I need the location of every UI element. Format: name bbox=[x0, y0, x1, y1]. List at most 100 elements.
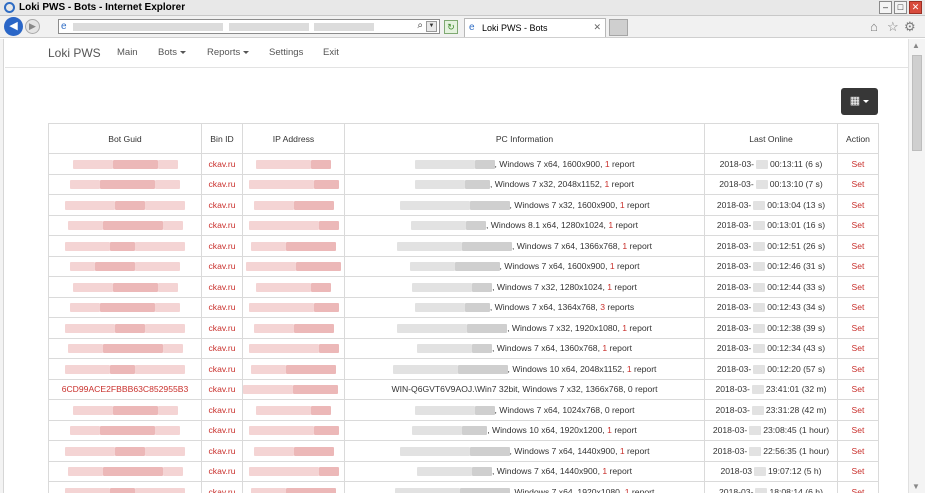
new-tab-button[interactable] bbox=[609, 19, 628, 36]
set-action-link[interactable]: Set bbox=[837, 214, 879, 236]
refresh-icon[interactable]: ↻ bbox=[444, 20, 458, 34]
menu-item-settings[interactable]: Settings bbox=[269, 47, 303, 58]
menu-item-main[interactable]: Main bbox=[117, 47, 138, 58]
bot-guid-cell[interactable] bbox=[48, 358, 202, 380]
scroll-up-icon[interactable]: ▲ bbox=[912, 41, 920, 50]
set-action-link[interactable]: Set bbox=[837, 255, 879, 277]
star-icon[interactable]: ☆ bbox=[887, 19, 899, 35]
report-count[interactable]: 1 bbox=[602, 343, 607, 353]
col-pc-information[interactable]: PC Information bbox=[344, 123, 705, 154]
report-count[interactable]: 1 bbox=[607, 282, 612, 292]
report-count[interactable]: 1 bbox=[610, 261, 615, 271]
table-row[interactable]: ckav.ru , Windows 7 x32, 1920x1080, 1 rep… bbox=[48, 317, 879, 339]
set-action-link[interactable]: Set bbox=[837, 296, 879, 318]
vertical-scrollbar[interactable]: ▲ ▼ bbox=[908, 39, 925, 493]
set-action-link[interactable]: Set bbox=[837, 194, 879, 216]
close-window-button[interactable]: ✕ bbox=[909, 1, 922, 14]
bot-guid-cell[interactable] bbox=[48, 419, 202, 441]
bot-guid-cell[interactable] bbox=[48, 276, 202, 298]
back-arrow-icon[interactable]: ◀ bbox=[4, 17, 23, 36]
bot-guid-cell[interactable]: 6CD99ACE2FBBB63C852955B3 bbox=[48, 378, 202, 400]
col-bin-id[interactable]: Bin ID bbox=[201, 123, 243, 154]
set-action-link[interactable]: Set bbox=[837, 378, 879, 400]
set-action-link[interactable]: Set bbox=[837, 337, 879, 359]
address-dropdown-button[interactable]: ▼ bbox=[426, 21, 437, 32]
table-row[interactable]: 6CD99ACE2FBBB63C852955B3 ckav.ru(US) WIN-Q… bbox=[48, 378, 879, 400]
bot-guid-cell[interactable] bbox=[48, 296, 202, 318]
bot-guid-cell[interactable] bbox=[48, 337, 202, 359]
scroll-thumb[interactable] bbox=[912, 55, 922, 151]
bot-guid-cell[interactable] bbox=[48, 317, 202, 339]
forward-arrow-icon[interactable]: ▶ bbox=[25, 19, 40, 34]
table-row[interactable]: ckav.ru , Windows 7 x32, 2048x1152, 1 rep… bbox=[48, 173, 879, 195]
col-bot-guid[interactable]: Bot Guid bbox=[48, 123, 202, 154]
report-count[interactable]: 1 bbox=[622, 241, 627, 251]
bot-guid-cell[interactable] bbox=[48, 460, 202, 482]
browser-tab[interactable]: e Loki PWS - Bots ✕ bbox=[464, 18, 606, 37]
table-row[interactable]: ckav.ru , Windows 7 x64, 1024x768, 0 repo… bbox=[48, 399, 879, 421]
menu-item-reports[interactable]: Reports bbox=[207, 47, 250, 58]
col-action[interactable]: Action bbox=[837, 123, 879, 154]
set-action-link[interactable]: Set bbox=[837, 153, 879, 175]
gear-icon[interactable]: ⚙ bbox=[904, 19, 916, 35]
table-row[interactable]: ckav.ru , Windows 7 x64, 1360x768, 1 repo… bbox=[48, 337, 879, 359]
scroll-down-icon[interactable]: ▼ bbox=[912, 482, 920, 491]
report-count[interactable]: 0 bbox=[605, 405, 610, 415]
search-icon[interactable]: ⌕ bbox=[417, 20, 423, 31]
report-count[interactable]: 1 bbox=[620, 200, 625, 210]
bot-guid-cell[interactable] bbox=[48, 440, 202, 462]
app-brand[interactable]: Loki PWS bbox=[48, 46, 101, 60]
col-ip-address[interactable]: IP Address bbox=[242, 123, 345, 154]
minimize-button[interactable]: – bbox=[879, 1, 892, 14]
set-action-link[interactable]: Set bbox=[837, 440, 879, 462]
set-action-link[interactable]: Set bbox=[837, 419, 879, 441]
table-row[interactable]: ckav.ru , Windows 7 x64, 1364x768, 3 repo… bbox=[48, 296, 879, 318]
report-count[interactable]: 1 bbox=[622, 323, 627, 333]
tab-close-icon[interactable]: ✕ bbox=[593, 22, 601, 33]
report-count[interactable]: 1 bbox=[602, 466, 607, 476]
table-row[interactable]: ckav.ru , Windows 10 x64, 2048x1152, 1 re… bbox=[48, 358, 879, 380]
report-count[interactable]: 1 bbox=[604, 179, 609, 189]
bot-guid-cell[interactable] bbox=[48, 481, 202, 493]
bot-guid-cell[interactable] bbox=[48, 214, 202, 236]
table-row[interactable]: ckav.ru , Windows 10 x64, 1920x1200, 1 re… bbox=[48, 419, 879, 441]
bot-guid-cell[interactable] bbox=[48, 173, 202, 195]
set-action-link[interactable]: Set bbox=[837, 276, 879, 298]
bot-guid-cell[interactable] bbox=[48, 194, 202, 216]
report-count[interactable]: 1 bbox=[625, 487, 630, 493]
report-count[interactable]: 1 bbox=[605, 159, 610, 169]
table-row[interactable]: ckav.ru , Windows 7 x64, 1440x900, 1 repo… bbox=[48, 440, 879, 462]
set-action-link[interactable]: Set bbox=[837, 358, 879, 380]
bot-guid-cell[interactable] bbox=[48, 399, 202, 421]
set-action-link[interactable]: Set bbox=[837, 317, 879, 339]
table-row[interactable]: ckav.ru , Windows 7 x32, 1600x900, 1 repo… bbox=[48, 194, 879, 216]
bot-guid-cell[interactable] bbox=[48, 255, 202, 277]
bot-guid[interactable]: 6CD99ACE2FBBB63C852955B3 bbox=[62, 384, 189, 394]
table-row[interactable]: ckav.ru , Windows 7 x64, 1440x900, 1 repo… bbox=[48, 460, 879, 482]
bot-guid-cell[interactable] bbox=[48, 235, 202, 257]
set-action-link[interactable]: Set bbox=[837, 235, 879, 257]
report-count[interactable]: 1 bbox=[627, 364, 632, 374]
set-action-link[interactable]: Set bbox=[837, 399, 879, 421]
menu-item-exit[interactable]: Exit bbox=[323, 47, 339, 58]
report-count[interactable]: 1 bbox=[620, 446, 625, 456]
report-count[interactable]: 0 bbox=[628, 384, 633, 394]
col-last-online[interactable]: Last Online bbox=[704, 123, 838, 154]
maximize-button[interactable]: □ bbox=[894, 1, 907, 14]
table-row[interactable]: ckav.ru , Windows 8.1 x64, 1280x1024, 1 r… bbox=[48, 214, 879, 236]
bot-guid-cell[interactable] bbox=[48, 153, 202, 175]
address-bar[interactable]: e ⌕ ▼ bbox=[58, 19, 440, 34]
table-row[interactable]: ckav.ru , Windows 7 x64, 1600x900, 1 repo… bbox=[48, 255, 879, 277]
table-row[interactable]: ckav.ru , Windows 7 x64, 1920x1080, 1 rep… bbox=[48, 481, 879, 493]
report-count[interactable]: 1 bbox=[607, 425, 612, 435]
table-row[interactable]: ckav.ru , Windows 7 x64, 1366x768, 1 repo… bbox=[48, 235, 879, 257]
table-row[interactable]: ckav.ru , Windows 7 x64, 1600x900, 1 repo… bbox=[48, 153, 879, 175]
home-icon[interactable]: ⌂ bbox=[870, 19, 878, 34]
menu-item-bots[interactable]: Bots bbox=[158, 47, 187, 58]
report-count[interactable]: 3 bbox=[600, 302, 605, 312]
set-action-link[interactable]: Set bbox=[837, 460, 879, 482]
columns-menu-button[interactable]: ▦ bbox=[841, 88, 878, 115]
table-row[interactable]: ckav.ru , Windows 7 x32, 1280x1024, 1 rep… bbox=[48, 276, 879, 298]
set-action-link[interactable]: Set bbox=[837, 173, 879, 195]
report-count[interactable]: 1 bbox=[608, 220, 613, 230]
